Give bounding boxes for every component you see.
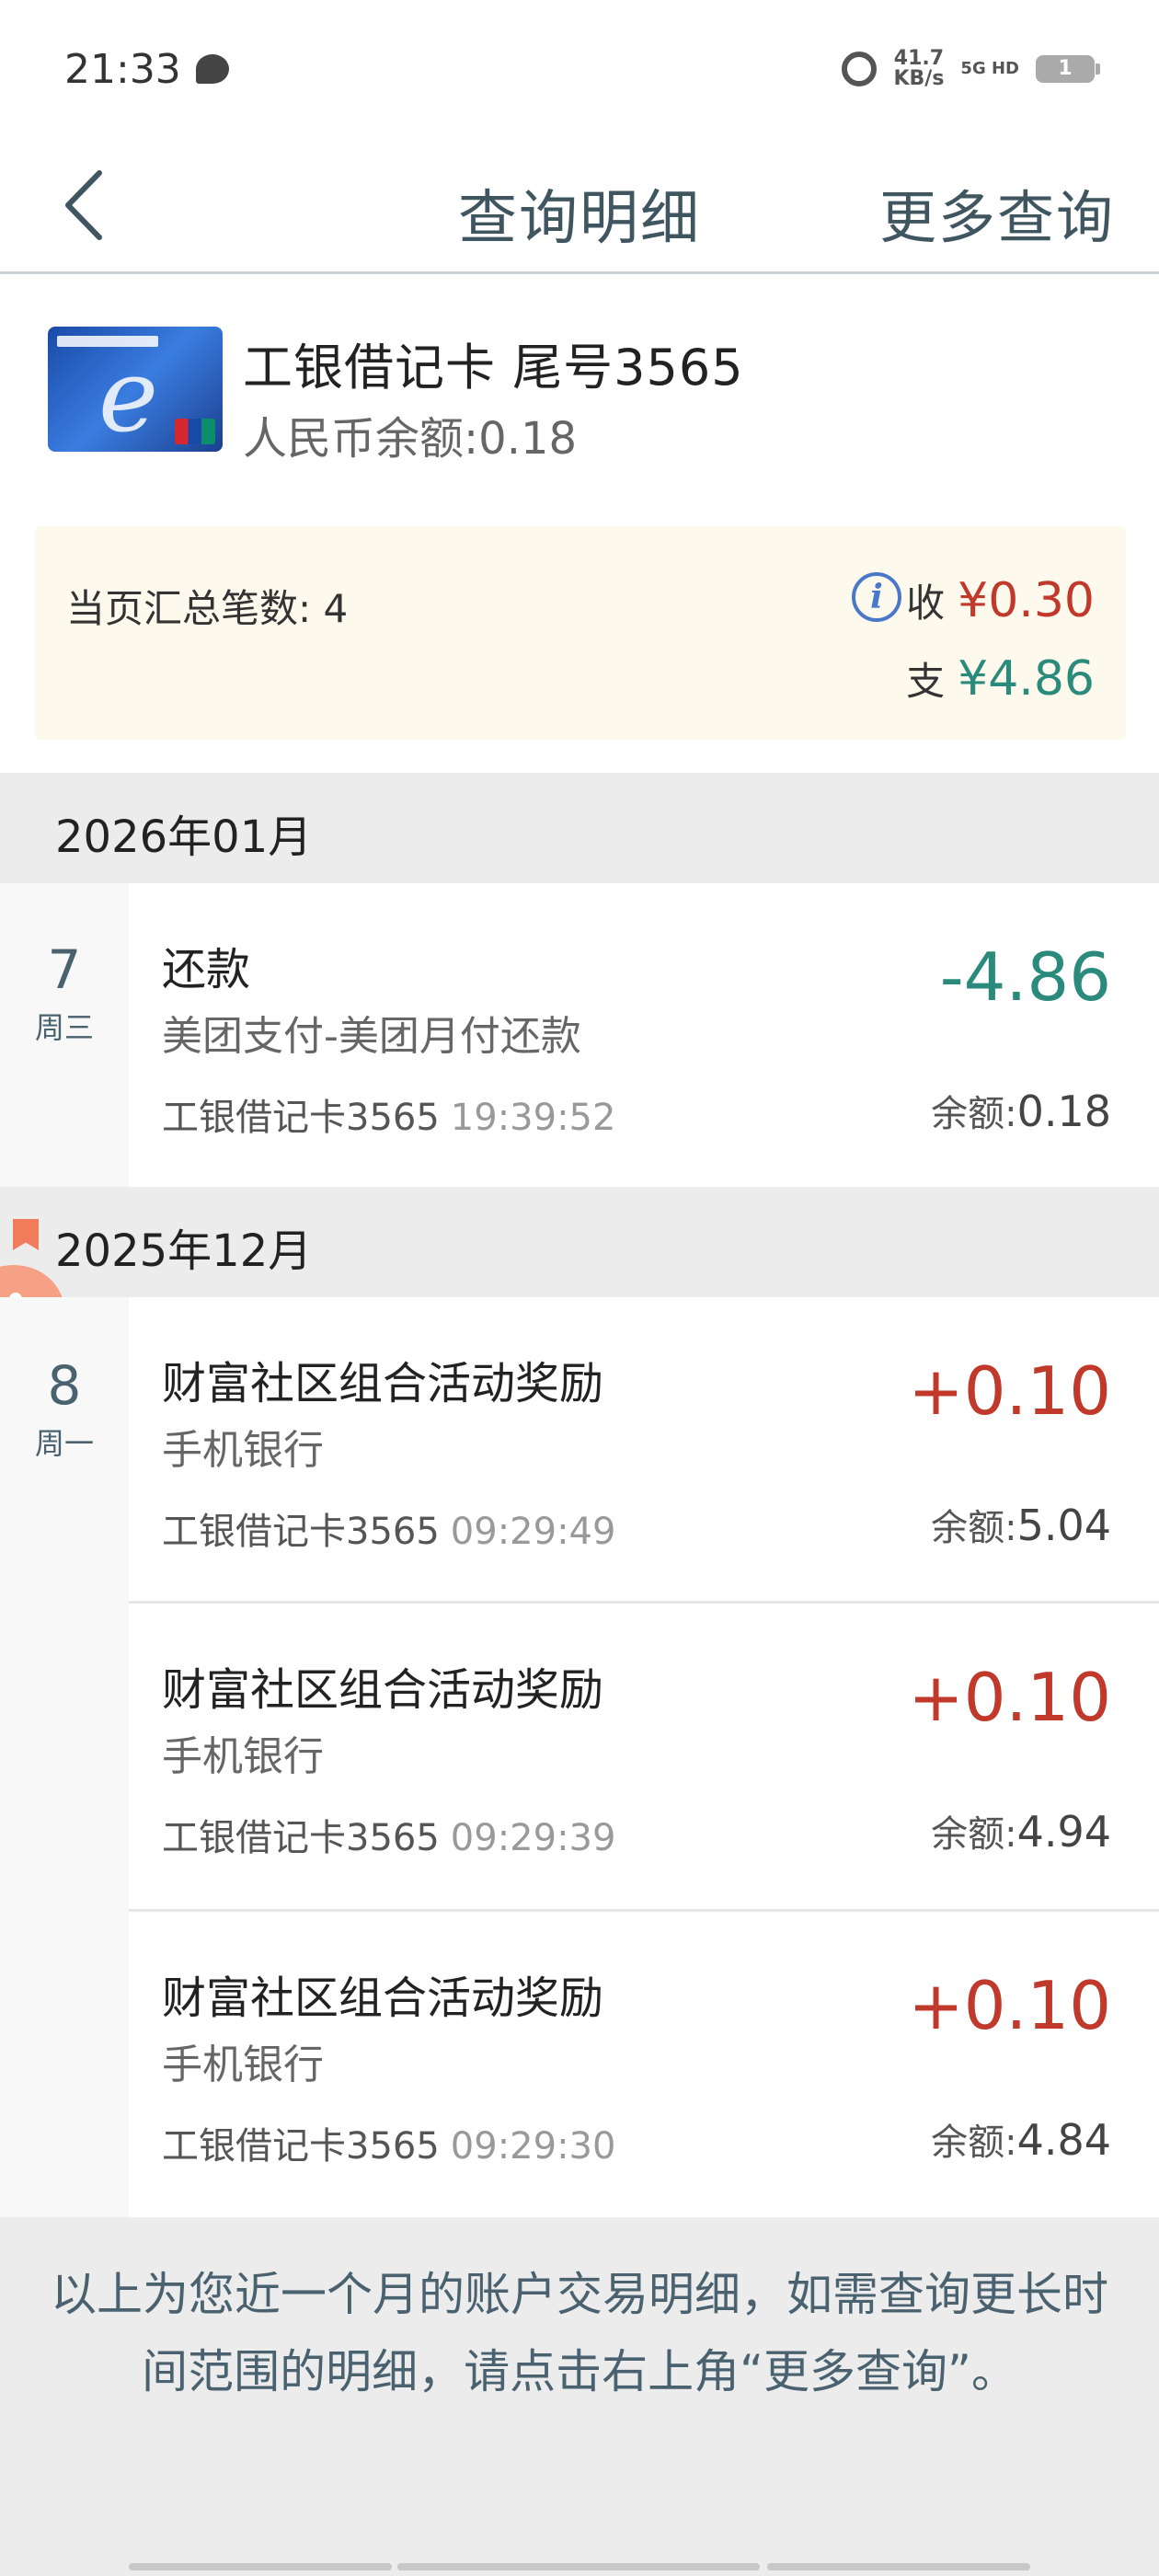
income-value: ¥0.30 bbox=[958, 573, 1095, 628]
month-label: 2026年01月 bbox=[55, 811, 313, 863]
date-weekday: 周一 bbox=[34, 1426, 94, 1461]
transaction-card-name: 工银借记卡3565 bbox=[162, 1511, 440, 1553]
status-left: 21:33 bbox=[64, 46, 229, 93]
alarm-icon bbox=[842, 52, 878, 86]
transaction-subtitle: 手机银行 bbox=[162, 1733, 324, 1780]
network-indicator: 5G HD bbox=[960, 59, 1019, 78]
transaction-subtitle: 手机银行 bbox=[162, 2041, 324, 2088]
transaction-time: 09:29:30 bbox=[450, 2125, 616, 2168]
network-speed: 41.7 KB/s bbox=[893, 49, 944, 89]
transaction-subtitle: 手机银行 bbox=[162, 1427, 324, 1474]
summary-box: 当页汇总笔数: 4 i 收 ¥0.30 支 ¥4.86 bbox=[35, 526, 1126, 740]
transaction-title: 财富社区组合活动奖励 bbox=[162, 1358, 604, 1409]
message-icon bbox=[195, 54, 229, 84]
balance-label: 余额: bbox=[931, 2122, 1017, 2164]
summary-count: 当页汇总笔数: 4 bbox=[66, 586, 349, 631]
transaction-amount: +0.10 bbox=[908, 1967, 1111, 2044]
transaction-time: 19:39:52 bbox=[450, 1097, 616, 1139]
transaction-subtitle: 美团支付-美团月付还款 bbox=[162, 1013, 581, 1060]
transaction-card-name: 工银借记卡3565 bbox=[162, 2125, 440, 2168]
expense-row: 支 ¥4.86 bbox=[906, 650, 1095, 707]
home-indicator bbox=[129, 2563, 392, 2570]
transaction-time: 09:29:39 bbox=[450, 1817, 616, 1859]
transaction-title: 还款 bbox=[162, 944, 251, 995]
transaction-balance: 余额:5.04 bbox=[931, 1498, 1111, 1551]
transaction-balance: 余额:0.18 bbox=[931, 1084, 1111, 1137]
footer-note: 以上为您近一个月的账户交易明细，如需查询更长时间范围的明细，请点击右上角“更多查… bbox=[0, 2217, 1159, 2576]
transaction-amount: -4.86 bbox=[939, 938, 1111, 1016]
footer-text: 以上为您近一个月的账户交易明细，如需查询更长时间范围的明细，请点击右上角“更多查… bbox=[51, 2268, 1108, 2398]
transaction-card: 工银借记卡3565 09:29:39 bbox=[162, 1808, 615, 1861]
date-day: 7 bbox=[47, 938, 82, 1001]
card-name: 工银借记卡 尾号3565 bbox=[243, 339, 744, 397]
transaction-amount: +0.10 bbox=[908, 1659, 1111, 1736]
expense-value: ¥4.86 bbox=[958, 651, 1095, 707]
card-balance: 人民币余额:0.18 bbox=[243, 413, 578, 465]
transaction-time: 09:29:49 bbox=[450, 1511, 616, 1553]
date-weekday: 周三 bbox=[34, 1010, 94, 1045]
transaction-card: 工银借记卡3565 19:39:52 bbox=[162, 1087, 615, 1141]
transaction-row[interactable]: 财富社区组合活动奖励 手机银行 工银借记卡3565 09:29:30 +0.10 … bbox=[129, 1912, 1159, 2217]
transaction-card: 工银借记卡3565 09:29:30 bbox=[162, 2116, 615, 2169]
expense-label: 支 bbox=[906, 659, 946, 704]
transaction-row[interactable]: 财富社区组合活动奖励 手机银行 工银借记卡3565 09:29:39 +0.10 … bbox=[129, 1604, 1159, 1909]
month-label: 2025年12月 bbox=[55, 1225, 313, 1277]
bank-card-image: e bbox=[48, 327, 223, 452]
transaction-card-name: 工银借记卡3565 bbox=[162, 1817, 440, 1859]
home-indicator bbox=[767, 2563, 1030, 2570]
balance-value: 0.18 bbox=[1016, 1087, 1111, 1136]
date-column: 7 周三 bbox=[0, 883, 129, 1187]
transaction-title: 财富社区组合活动奖励 bbox=[162, 1664, 604, 1716]
card-e-logo: e bbox=[98, 337, 159, 452]
home-indicator bbox=[397, 2563, 760, 2570]
clock: 21:33 bbox=[64, 45, 181, 93]
balance-value: 5.04 bbox=[1016, 1501, 1111, 1550]
transaction-row[interactable]: 财富社区组合活动奖励 手机银行 工银借记卡3565 09:29:49 +0.10 … bbox=[129, 1297, 1159, 1601]
speed-unit: KB/s bbox=[893, 67, 945, 90]
nav-bar: 查询明细 更多查询 bbox=[0, 138, 1159, 274]
more-query-button[interactable]: 更多查询 bbox=[879, 171, 1115, 254]
transaction-balance: 余额:4.94 bbox=[931, 1804, 1111, 1857]
transaction-card-name: 工银借记卡3565 bbox=[162, 1097, 440, 1139]
income-row: 收 ¥0.30 bbox=[906, 572, 1095, 628]
balance-value: 4.94 bbox=[1016, 1807, 1111, 1857]
unionpay-logo bbox=[175, 419, 215, 444]
transaction-row[interactable]: 还款 美团支付-美团月付还款 工银借记卡3565 19:39:52 -4.86 余… bbox=[129, 883, 1159, 1187]
transaction-amount: +0.10 bbox=[908, 1352, 1111, 1430]
month-header: 2026年01月 bbox=[0, 773, 1159, 883]
balance-label: 余额: bbox=[931, 1507, 1017, 1549]
month-header: 2025年12月 bbox=[0, 1187, 1159, 1297]
transaction-card: 工银借记卡3565 09:29:49 bbox=[162, 1501, 615, 1555]
balance-value: 4.84 bbox=[1016, 2115, 1111, 2165]
card-info: e 工银借记卡 尾号3565 人民币余额:0.18 bbox=[48, 327, 1115, 465]
date-day: 8 bbox=[47, 1354, 82, 1417]
transaction-title: 财富社区组合活动奖励 bbox=[162, 1972, 604, 2024]
battery-icon: 1 bbox=[1036, 55, 1100, 83]
transaction-balance: 余额:4.84 bbox=[931, 2112, 1111, 2166]
balance-label: 余额: bbox=[931, 1813, 1017, 1856]
income-label: 收 bbox=[906, 581, 946, 626]
flag-icon bbox=[13, 1219, 39, 1250]
status-right: 41.7 KB/s 5G HD 1 bbox=[842, 49, 1100, 89]
date-column: 8 周一 bbox=[0, 1297, 129, 2217]
info-icon[interactable]: i bbox=[852, 572, 901, 622]
balance-label: 余额: bbox=[931, 1093, 1017, 1135]
speed-value: 41.7 bbox=[893, 47, 945, 70]
status-bar: 21:33 41.7 KB/s 5G HD 1 bbox=[0, 0, 1159, 138]
